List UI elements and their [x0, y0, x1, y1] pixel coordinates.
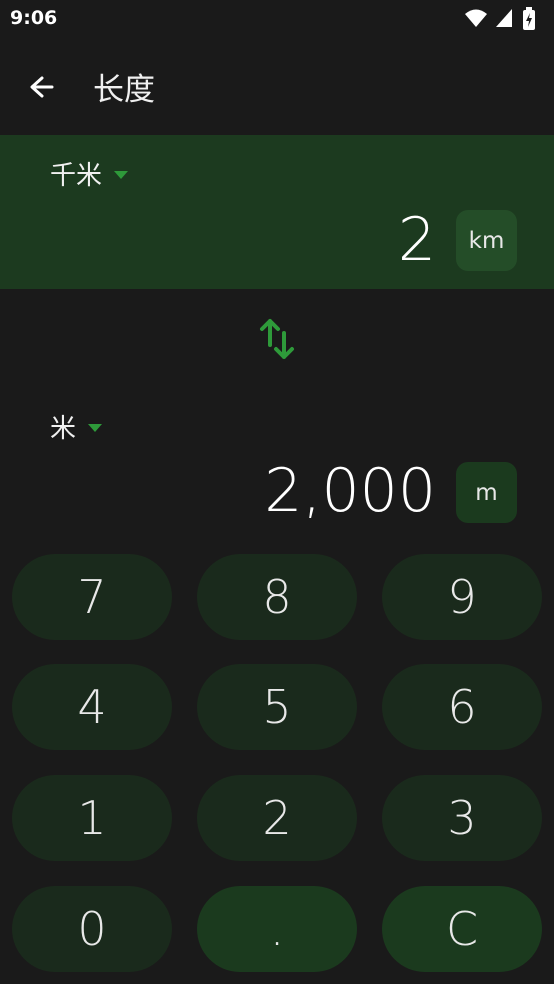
key-4[interactable]: 4 [12, 664, 172, 750]
key-6[interactable]: 6 [382, 664, 542, 750]
swap-vertical-icon [260, 319, 294, 359]
status-bar: 9:06 [0, 0, 554, 40]
to-value: 2,000 [264, 456, 436, 526]
back-button[interactable] [20, 66, 64, 110]
wifi-icon [465, 9, 487, 27]
to-unit-name: 米 [50, 414, 77, 444]
key-9[interactable]: 9 [382, 554, 542, 640]
key-1[interactable]: 1 [12, 775, 172, 861]
arrow-back-icon [30, 76, 54, 98]
from-value: 2 [397, 205, 436, 275]
dropdown-arrow-icon [114, 170, 129, 179]
swap-button[interactable] [257, 315, 297, 363]
from-unit-dropdown[interactable]: 千米 [50, 155, 129, 192]
battery-icon [523, 7, 535, 30]
key-clear[interactable]: C [382, 886, 542, 972]
key-2[interactable]: 2 [197, 775, 357, 861]
status-time: 9:06 [10, 7, 58, 29]
from-panel[interactable]: 千米 2 km [0, 135, 554, 289]
app-bar: 长度 [0, 40, 554, 134]
page-title: 长度 [93, 72, 155, 108]
status-icons [464, 7, 544, 31]
key-7[interactable]: 7 [12, 554, 172, 640]
dropdown-arrow-icon [88, 423, 103, 432]
to-unit-dropdown[interactable]: 米 [50, 408, 103, 445]
to-unit-chip: m [456, 462, 517, 523]
key-decimal[interactable]: . [197, 886, 357, 972]
key-8[interactable]: 8 [197, 554, 357, 640]
from-unit-chip: km [456, 210, 517, 271]
from-unit-name: 千米 [50, 161, 103, 191]
cell-signal-icon [496, 9, 512, 27]
key-5[interactable]: 5 [197, 664, 357, 750]
key-3[interactable]: 3 [382, 775, 542, 861]
key-0[interactable]: 0 [12, 886, 172, 972]
